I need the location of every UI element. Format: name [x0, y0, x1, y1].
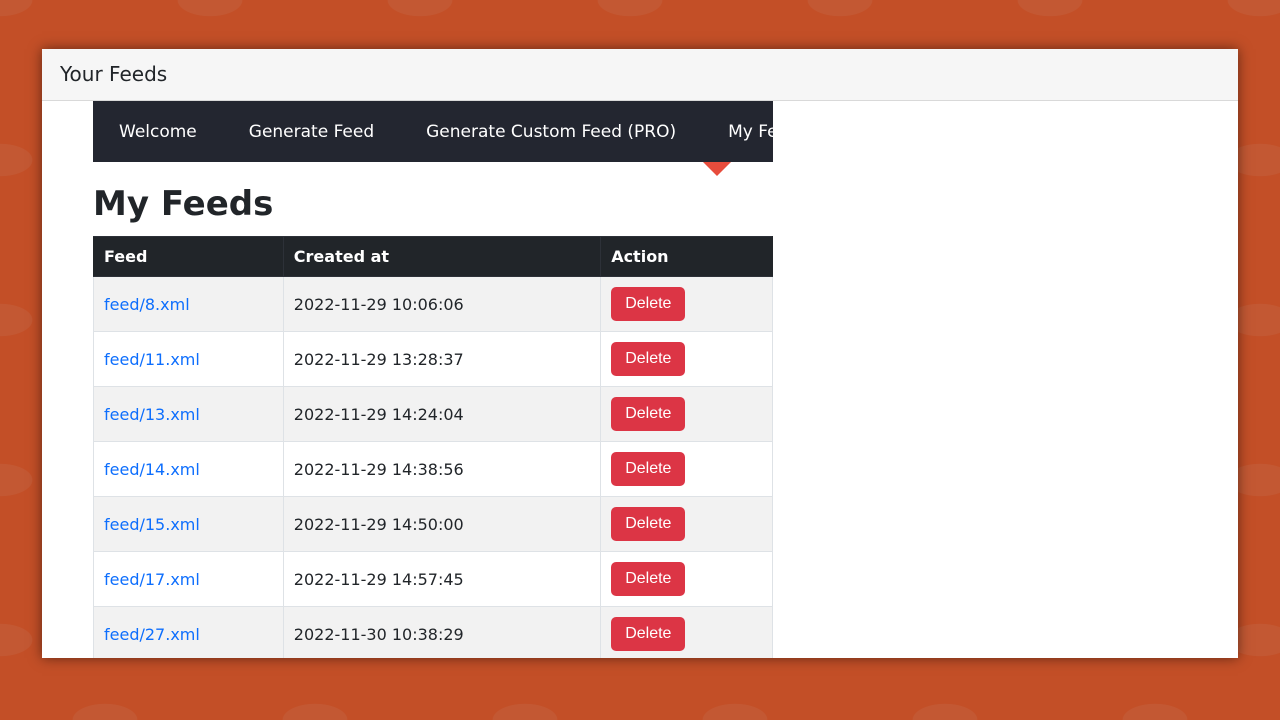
cell-feed: feed/27.xml — [94, 607, 284, 659]
cell-created-at: 2022-11-29 14:50:00 — [283, 497, 600, 552]
delete-button[interactable]: Delete — [611, 617, 685, 651]
table-row: feed/17.xml 2022-11-29 14:57:45 Delete — [94, 552, 773, 607]
tab-welcome[interactable]: Welcome — [93, 101, 223, 162]
cell-feed: feed/11.xml — [94, 332, 284, 387]
cell-feed: feed/8.xml — [94, 277, 284, 332]
cell-feed: feed/15.xml — [94, 497, 284, 552]
cell-action: Delete — [601, 387, 773, 442]
cell-feed: feed/17.xml — [94, 552, 284, 607]
table-row: feed/15.xml 2022-11-29 14:50:00 Delete — [94, 497, 773, 552]
delete-button[interactable]: Delete — [611, 342, 685, 376]
feeds-table: Feed Created at Action feed/8.xml 2022-11… — [93, 236, 773, 658]
tab-bar: Welcome Generate Feed Generate Custom Fe… — [93, 101, 773, 162]
delete-button[interactable]: Delete — [611, 507, 685, 541]
content-column: Welcome Generate Feed Generate Custom Fe… — [93, 101, 773, 658]
panel-body: Welcome Generate Feed Generate Custom Fe… — [42, 101, 1238, 658]
feed-link[interactable]: feed/14.xml — [104, 460, 200, 479]
cell-created-at: 2022-11-29 13:28:37 — [283, 332, 600, 387]
cell-action: Delete — [601, 552, 773, 607]
col-header-feed: Feed — [94, 237, 284, 277]
tab-generate-feed[interactable]: Generate Feed — [223, 101, 400, 162]
delete-button[interactable]: Delete — [611, 397, 685, 431]
table-row: feed/11.xml 2022-11-29 13:28:37 Delete — [94, 332, 773, 387]
cell-created-at: 2022-11-30 10:38:29 — [283, 607, 600, 659]
col-header-created-at: Created at — [283, 237, 600, 277]
cell-created-at: 2022-11-29 10:06:06 — [283, 277, 600, 332]
panel-title: Your Feeds — [42, 49, 1238, 101]
table-row: feed/27.xml 2022-11-30 10:38:29 Delete — [94, 607, 773, 659]
cell-created-at: 2022-11-29 14:38:56 — [283, 442, 600, 497]
delete-button[interactable]: Delete — [611, 562, 685, 596]
cell-action: Delete — [601, 332, 773, 387]
cell-action: Delete — [601, 497, 773, 552]
page-title: My Feeds — [93, 184, 773, 224]
table-row: feed/14.xml 2022-11-29 14:38:56 Delete — [94, 442, 773, 497]
feed-link[interactable]: feed/17.xml — [104, 570, 200, 589]
delete-button[interactable]: Delete — [611, 452, 685, 486]
cell-created-at: 2022-11-29 14:57:45 — [283, 552, 600, 607]
cell-created-at: 2022-11-29 14:24:04 — [283, 387, 600, 442]
tab-my-feeds[interactable]: My Feeds — [702, 101, 834, 162]
feed-link[interactable]: feed/8.xml — [104, 295, 190, 314]
tab-generate-custom-feed[interactable]: Generate Custom Feed (PRO) — [400, 101, 702, 162]
cell-feed: feed/14.xml — [94, 442, 284, 497]
cell-action: Delete — [601, 442, 773, 497]
feeds-table-body: feed/8.xml2022-11-29 10:06:06Deletefeed/… — [94, 277, 773, 659]
table-header-row: Feed Created at Action — [94, 237, 773, 277]
app-panel: Your Feeds Welcome Generate Feed Generat… — [42, 49, 1238, 658]
table-row: feed/8.xml 2022-11-29 10:06:06 Delete — [94, 277, 773, 332]
feed-link[interactable]: feed/15.xml — [104, 515, 200, 534]
feed-link[interactable]: feed/11.xml — [104, 350, 200, 369]
active-tab-indicator-icon — [703, 162, 731, 176]
cell-action: Delete — [601, 607, 773, 659]
feed-link[interactable]: feed/13.xml — [104, 405, 200, 424]
feed-link[interactable]: feed/27.xml — [104, 625, 200, 644]
delete-button[interactable]: Delete — [611, 287, 685, 321]
col-header-action: Action — [601, 237, 773, 277]
cell-feed: feed/13.xml — [94, 387, 284, 442]
cell-action: Delete — [601, 277, 773, 332]
table-row: feed/13.xml 2022-11-29 14:24:04 Delete — [94, 387, 773, 442]
